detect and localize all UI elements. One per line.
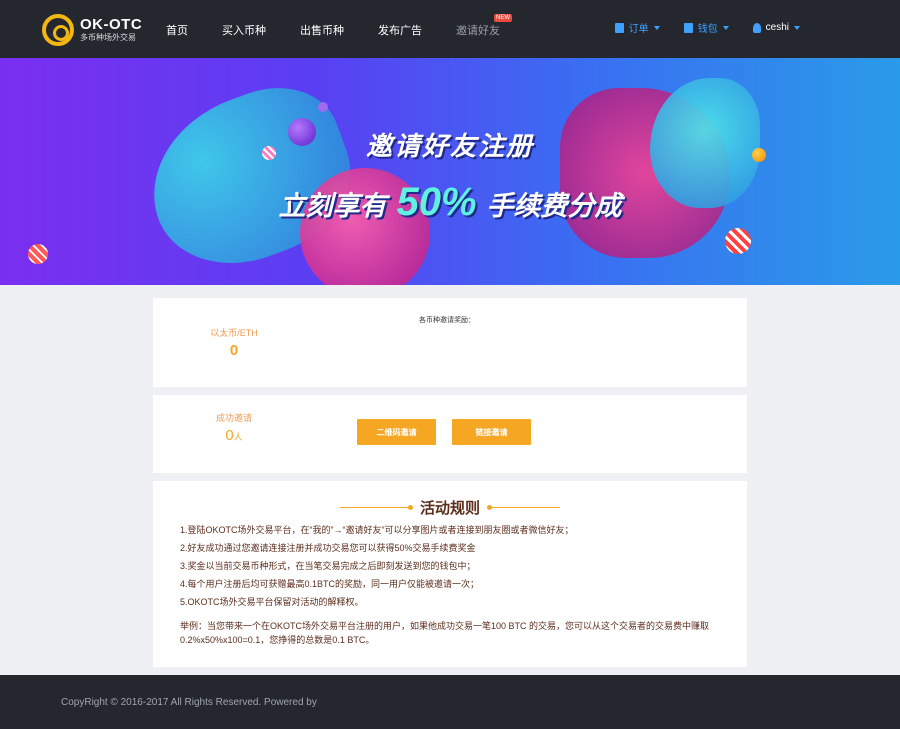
main-nav: 首页 买入币种 出售币种 发布广告 邀请好友 NEW	[166, 14, 534, 38]
rules-list: 1.登陆OKOTC场外交易平台，在“我的”→“邀请好友”可以分享图片或者连接到朋…	[180, 521, 740, 611]
copyright: CopyRight © 2016-2017 All Rights Reserve…	[61, 697, 317, 708]
divider	[339, 505, 413, 510]
orders-icon	[614, 22, 624, 33]
promo-banner: 邀请好友注册 立刻享有 50% 手续费分成	[0, 58, 900, 285]
rules-card: 活动规则 1.登陆OKOTC场外交易平台，在“我的”→“邀请好友”可以分享图片或…	[153, 481, 747, 667]
banner-suffix: 手续费分成	[486, 191, 622, 221]
wallet-label: 钱包	[697, 24, 718, 35]
banner-subheadline: 立刻享有 50% 手续费分成	[0, 180, 900, 225]
rule-item: 5.OKOTC场外交易平台保留对活动的解释权。	[180, 597, 364, 607]
reward-card: 以太币/ETH 0 各币种邀请奖励：	[153, 298, 747, 387]
success-count-row: 0人	[153, 427, 315, 444]
rules-example: 举例：当您带来一个在OKOTC场外交易平台注册的用户，如果他成功交易一笔100 …	[180, 621, 710, 645]
username: ceshi	[765, 22, 789, 33]
success-stat: 成功邀请 0人	[153, 411, 315, 444]
banner-prefix: 立刻享有	[278, 191, 387, 221]
rules-title: 活动规则	[419, 500, 480, 517]
decor-ball	[725, 228, 751, 254]
new-badge: NEW	[494, 14, 512, 22]
invite-card: 成功邀请 0人 二维码邀请 链接邀请	[153, 395, 747, 473]
success-count: 0	[225, 427, 234, 444]
currency-stat: 以太币/ETH 0	[153, 326, 315, 359]
rule-item: 1.登陆OKOTC场外交易平台，在“我的”→“邀请好友”可以分享图片或者连接到朋…	[180, 525, 574, 535]
logo[interactable]: OK-OTC 多币种场外交易	[42, 14, 142, 46]
currency-label: 以太币/ETH	[210, 328, 258, 338]
nav-invite-label: 邀请好友	[456, 25, 500, 37]
success-unit: 人	[233, 432, 243, 442]
currency-value: 0	[229, 342, 239, 359]
divider	[487, 505, 560, 510]
nav-invite[interactable]: 邀请好友 NEW	[456, 14, 512, 38]
rule-item: 3.奖金以当前交易币种形式，在当笔交易完成之后即刻发送到您的钱包中；	[180, 561, 476, 571]
decor-ball	[28, 244, 48, 264]
success-label: 成功邀请	[215, 413, 252, 423]
rule-item: 4.每个用户注册后均可获赠最高0.1BTC的奖励，同一用户仅能被邀请一次；	[180, 579, 480, 589]
orders-label: 订单	[628, 24, 649, 35]
footer: CopyRight © 2016-2017 All Rights Reserve…	[0, 675, 900, 729]
nav-buy[interactable]: 买入币种	[222, 22, 266, 38]
banner-headline: 邀请好友注册	[365, 131, 534, 161]
logo-subtitle: 多币种场外交易	[80, 33, 136, 42]
decor-ball	[318, 102, 328, 112]
nav-sell[interactable]: 出售币种	[300, 22, 344, 38]
rules-heading: 活动规则	[153, 497, 747, 518]
chevron-down-icon	[722, 25, 729, 30]
link-invite-button[interactable]: 链接邀请	[452, 419, 531, 445]
top-header: OK-OTC 多币种场外交易 首页 买入币种 出售币种 发布广告 邀请好友 NE…	[0, 0, 900, 58]
chevron-down-icon	[653, 25, 660, 30]
orders-dropdown[interactable]: 订单	[614, 20, 660, 35]
rule-item: 2.好友成功通过您邀请连接注册并成功交易您可以获得50%交易手续费奖金	[180, 543, 476, 553]
banner-percent: 50%	[396, 180, 477, 224]
chevron-down-icon	[794, 25, 800, 30]
user-icon	[752, 22, 761, 33]
reward-title: 各币种邀请奖励：	[419, 317, 475, 324]
logo-icon	[42, 14, 74, 46]
wallet-icon	[683, 22, 693, 33]
nav-post-ad[interactable]: 发布广告	[378, 22, 422, 38]
user-menu: 订单 钱包 ceshi	[591, 20, 800, 35]
logo-title: OK-OTC	[80, 16, 143, 33]
nav-home[interactable]: 首页	[166, 22, 188, 38]
user-dropdown[interactable]: ceshi	[752, 20, 800, 35]
qr-invite-button[interactable]: 二维码邀请	[357, 419, 436, 445]
wallet-dropdown[interactable]: 钱包	[683, 20, 729, 35]
